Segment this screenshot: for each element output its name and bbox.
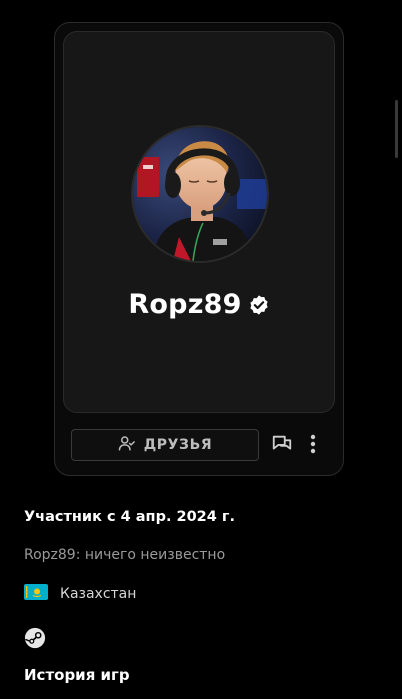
more-options-button[interactable]	[305, 433, 321, 459]
games-history-title: История игр	[24, 666, 130, 684]
profile-page: Ropz89 ДРУЗЬЯ Участник с 4 апр. 2024 г. …	[0, 0, 402, 699]
steam-icon	[24, 627, 46, 653]
username: Ropz89	[128, 288, 242, 320]
user-check-icon	[118, 434, 136, 456]
profile-card: Ropz89 ДРУЗЬЯ	[54, 22, 344, 476]
profile-header-card: Ropz89	[63, 31, 335, 413]
country-row: Казахстан	[24, 583, 136, 605]
scrollbar[interactable]	[395, 100, 398, 158]
avatar	[131, 125, 269, 263]
messages-button[interactable]	[269, 433, 295, 459]
member-since-text: Участник с 4 апр. 2024 г.	[24, 509, 235, 525]
kazakhstan-flag-icon	[24, 584, 48, 604]
chat-bubbles-icon	[271, 433, 293, 459]
steam-link[interactable]	[24, 627, 46, 649]
username-row: Ropz89	[64, 284, 334, 324]
more-vertical-icon	[310, 434, 316, 458]
bio-text: Ropz89: ничего неизвестно	[24, 547, 226, 563]
friends-label: ДРУЗЬЯ	[143, 437, 213, 453]
country-label: Казахстан	[60, 586, 137, 602]
verified-badge-icon	[248, 294, 270, 316]
friends-button[interactable]: ДРУЗЬЯ	[71, 429, 259, 461]
